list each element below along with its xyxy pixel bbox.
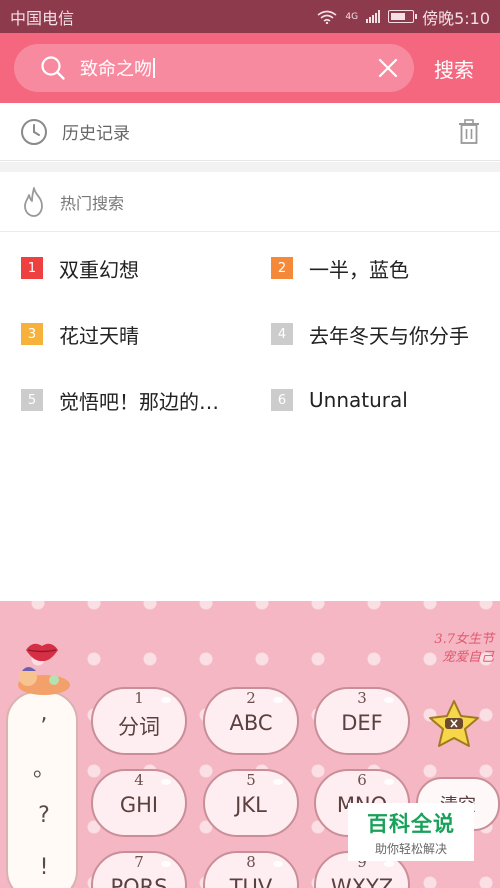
flame-icon bbox=[24, 186, 43, 217]
hot-item[interactable]: 1 双重幻想 bbox=[21, 235, 139, 301]
network-type: 4G bbox=[345, 11, 359, 22]
rank-badge: 2 bbox=[271, 257, 293, 279]
rank-badge: 5 bbox=[21, 389, 43, 411]
theme-note-line: 3.7女生节 bbox=[434, 632, 494, 647]
theme-note-line: 宠爱自己 bbox=[441, 650, 494, 665]
hot-item[interactable]: 3 花过天晴 bbox=[21, 301, 139, 367]
clear-icon[interactable] bbox=[378, 58, 398, 78]
key-8[interactable]: 8 TUV bbox=[203, 851, 299, 888]
key-1[interactable]: 1 分词 bbox=[91, 687, 187, 755]
rank-badge: 1 bbox=[21, 257, 43, 279]
key-letters: GHI bbox=[119, 793, 159, 817]
key-letters: 分词 bbox=[118, 715, 160, 739]
hot-item-text: 双重幻想 bbox=[59, 257, 139, 282]
key-number: 8 bbox=[246, 853, 256, 871]
battery-icon bbox=[388, 10, 418, 23]
search-icon bbox=[41, 56, 65, 80]
signal-icon bbox=[366, 10, 381, 23]
hot-item-text: 去年冬天与你分手 bbox=[309, 323, 469, 348]
search-input[interactable]: 致命之吻 bbox=[14, 44, 414, 92]
hot-item[interactable]: 6 Unnatural bbox=[271, 367, 408, 433]
search-query[interactable]: 致命之吻 bbox=[80, 55, 378, 81]
search-button[interactable]: 搜索 bbox=[434, 54, 474, 83]
key-letters: PQRS bbox=[110, 875, 168, 888]
search-header: 致命之吻 搜索 bbox=[0, 33, 500, 103]
watermark-subtitle: 助你轻松解决 bbox=[374, 841, 447, 856]
lips-icon bbox=[26, 643, 58, 662]
status-bar: 中国电信 4G 傍晚5:10 bbox=[0, 0, 500, 33]
key-number: 4 bbox=[134, 771, 144, 789]
punct-key-exclaim[interactable]: ! bbox=[8, 855, 80, 880]
clock: 傍晚5:10 bbox=[422, 8, 490, 28]
punct-key-question[interactable]: ? bbox=[8, 803, 80, 828]
key-number: 3 bbox=[357, 689, 367, 707]
hot-search-title: 热门搜索 bbox=[60, 193, 125, 213]
key-letters: ABC bbox=[229, 711, 273, 735]
clock-icon bbox=[21, 118, 47, 145]
key-letters: WXYZ bbox=[330, 875, 394, 888]
history-label: 历史记录 bbox=[62, 124, 130, 144]
hot-item[interactable]: 2 一半，蓝色 bbox=[271, 235, 409, 301]
key-number: 2 bbox=[246, 689, 256, 707]
status-icons: 4G 傍晚5:10 bbox=[317, 5, 490, 29]
trash-icon[interactable] bbox=[458, 118, 480, 145]
key-5[interactable]: 5 JKL bbox=[203, 769, 299, 837]
key-3[interactable]: 3 DEF bbox=[314, 687, 410, 755]
search-query-text: 致命之吻 bbox=[80, 59, 152, 80]
punct-key-period[interactable]: 。 bbox=[8, 751, 80, 783]
hot-search-header: 热门搜索 bbox=[0, 172, 500, 232]
key-7[interactable]: 7 PQRS bbox=[91, 851, 187, 888]
watermark-logo: 百科全说 助你轻松解决 bbox=[348, 803, 474, 861]
carrier-name: 中国电信 bbox=[10, 8, 75, 28]
watermark-title: 百科全说 bbox=[367, 811, 455, 836]
key-letters: JKL bbox=[235, 793, 267, 817]
hot-item-text: 花过天晴 bbox=[59, 323, 139, 348]
key-number: 5 bbox=[246, 771, 256, 789]
key-number: 1 bbox=[134, 689, 144, 707]
text-caret bbox=[153, 58, 155, 78]
key-number: 6 bbox=[357, 771, 367, 789]
rank-badge: 6 bbox=[271, 389, 293, 411]
hot-item-text: 一半，蓝色 bbox=[309, 257, 409, 282]
rank-badge: 3 bbox=[21, 323, 43, 345]
sleeping-bear-icon bbox=[18, 667, 70, 695]
punctuation-column: , 。 ? ! bbox=[6, 691, 78, 888]
key-4[interactable]: 4 GHI bbox=[91, 769, 187, 837]
wifi-icon bbox=[317, 10, 337, 24]
hot-item-text: Unnatural bbox=[309, 388, 408, 412]
key-2[interactable]: 2 ABC bbox=[203, 687, 299, 755]
section-divider bbox=[0, 162, 500, 172]
keyboard-theme-note: 3.7女生节 宠爱自己 bbox=[414, 631, 494, 667]
punct-key-comma[interactable]: , bbox=[8, 701, 80, 726]
rank-badge: 4 bbox=[271, 323, 293, 345]
hot-item[interactable]: 5 觉悟吧！那边的… bbox=[21, 367, 219, 433]
hot-item[interactable]: 4 去年冬天与你分手 bbox=[271, 301, 469, 367]
history-row[interactable]: 历史记录 bbox=[0, 103, 500, 161]
hot-item-text: 觉悟吧！那边的… bbox=[59, 389, 219, 414]
key-letters: DEF bbox=[341, 711, 383, 735]
key-letters: TUV bbox=[229, 875, 273, 888]
key-number: 7 bbox=[134, 853, 144, 871]
delete-star-icon[interactable] bbox=[426, 698, 482, 750]
